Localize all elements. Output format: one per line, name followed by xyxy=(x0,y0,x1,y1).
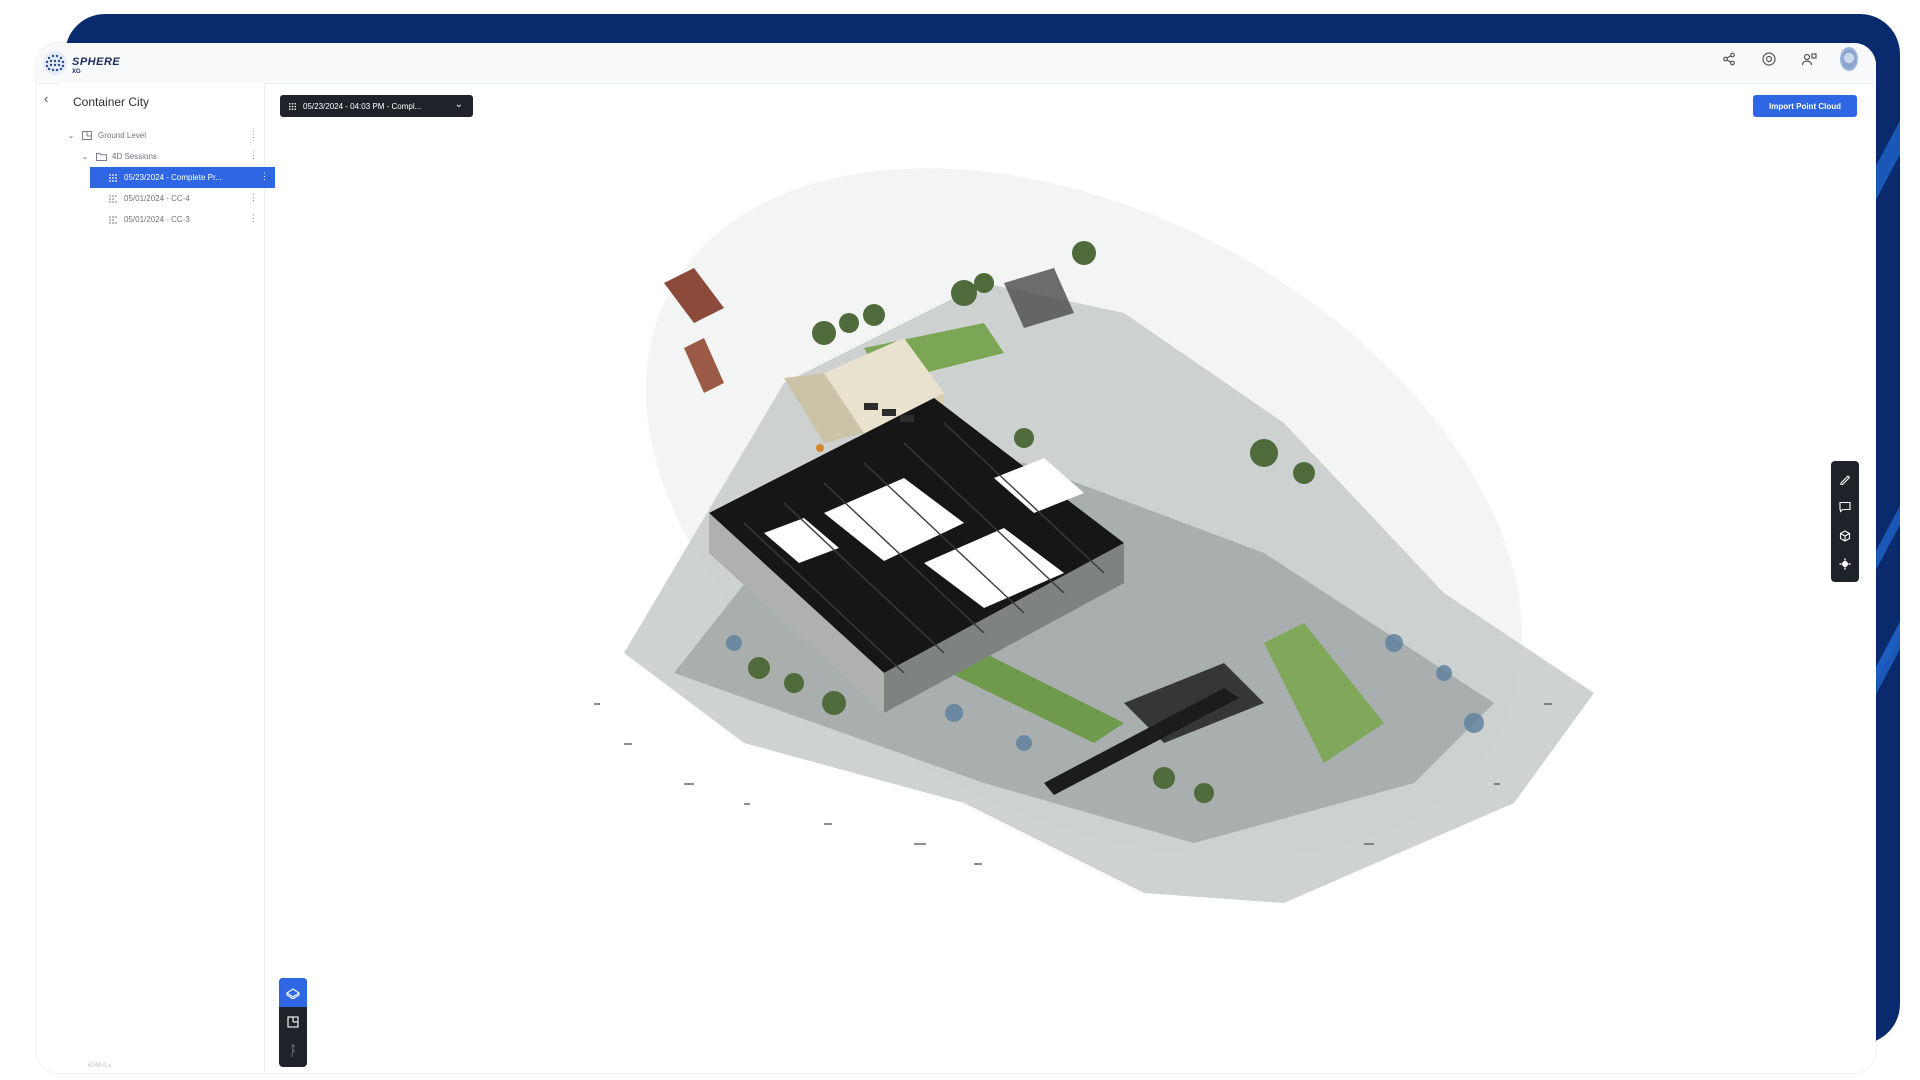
more-options-icon[interactable]: ⋮ xyxy=(249,129,258,140)
top-bar: SPHERE XG xyxy=(36,43,1876,84)
tree-item-4d-sessions[interactable]: ⌄ 4D Sessions ⋮ xyxy=(58,146,264,167)
tree-item-session[interactable]: 05/01/2024 - CC-3 ⋮ xyxy=(58,209,264,230)
import-point-cloud-button[interactable]: Import Point Cloud xyxy=(1753,95,1857,117)
3d-view-icon[interactable] xyxy=(279,978,307,1007)
point-cloud-viewer[interactable] xyxy=(264,83,1876,1073)
avatar[interactable] xyxy=(1840,47,1858,71)
chevron-down-icon[interactable]: ⌄ xyxy=(80,152,90,161)
tree-item-session[interactable]: 05/01/2024 - CC-4 ⋮ xyxy=(58,188,264,209)
version-label: 6740.0.x xyxy=(88,1063,112,1069)
session-select-value: 05/23/2024 - 04:03 PM - Compl... xyxy=(303,101,422,111)
measure-icon[interactable] xyxy=(1837,471,1853,487)
more-options-icon[interactable]: ⋮ xyxy=(249,192,258,203)
point-cloud-render xyxy=(594,168,1594,903)
marker-point[interactable] xyxy=(816,444,824,452)
tree-item-label: 05/01/2024 - CC-3 xyxy=(124,215,190,224)
tree-item-session-selected[interactable]: 05/23/2024 - Complete Pr... ⋮ xyxy=(90,167,275,188)
viewer-tools xyxy=(1831,461,1859,582)
tree-item-label: 05/01/2024 - CC-4 xyxy=(124,194,190,203)
project-tree: ⌄ Ground Level ⋮ ⌄ 4D Sessions ⋮ 05/23/2… xyxy=(58,125,275,230)
logo-text: SPHERE xyxy=(72,56,121,68)
floor-plan-view-icon[interactable] xyxy=(279,1007,307,1036)
tree-item-label: 4D Sessions xyxy=(112,152,157,161)
chevron-down-icon[interactable]: ⌄ xyxy=(66,131,76,140)
project-title: Container City xyxy=(73,95,150,109)
session-select[interactable]: 05/23/2024 - 04:03 PM - Compl... ⌄ xyxy=(280,95,473,117)
floor-plan-icon xyxy=(80,131,94,141)
header-actions xyxy=(1720,47,1858,71)
tree-item-ground-level[interactable]: ⌄ Ground Level ⋮ xyxy=(58,125,264,146)
chevron-down-icon: ⌄ xyxy=(454,99,463,110)
logo-subtext: XG xyxy=(72,69,81,75)
settings-icon[interactable] xyxy=(1837,556,1853,572)
sphere-logo[interactable] xyxy=(42,50,68,76)
view-mode-toolbar xyxy=(279,978,307,1067)
more-options-icon[interactable]: ⋮ xyxy=(249,150,258,161)
collapse-sidebar-icon[interactable]: ‹ xyxy=(44,91,58,106)
app-window: SPHERE XG ‹ Container City ⌄ Ground Leve… xyxy=(36,43,1876,1073)
more-options-icon[interactable]: ⋮ xyxy=(249,213,258,224)
folder-icon xyxy=(94,152,108,162)
point-cloud-icon xyxy=(288,102,297,111)
cube-view-icon[interactable] xyxy=(1837,528,1853,544)
tree-item-label: Ground Level xyxy=(98,131,147,140)
tree-item-label: 05/23/2024 - Complete Pr... xyxy=(124,173,222,182)
comment-icon[interactable] xyxy=(1837,499,1853,515)
point-cloud-icon xyxy=(106,215,120,225)
help-icon[interactable] xyxy=(1760,50,1778,68)
project-sidebar: ‹ Container City ⌄ Ground Level ⋮ ⌄ 4D S… xyxy=(44,83,275,1073)
walk-mode-icon[interactable] xyxy=(279,1036,307,1065)
user-settings-icon[interactable] xyxy=(1800,50,1818,68)
point-cloud-icon xyxy=(106,194,120,204)
share-icon[interactable] xyxy=(1720,50,1738,68)
point-cloud-icon xyxy=(106,173,120,183)
